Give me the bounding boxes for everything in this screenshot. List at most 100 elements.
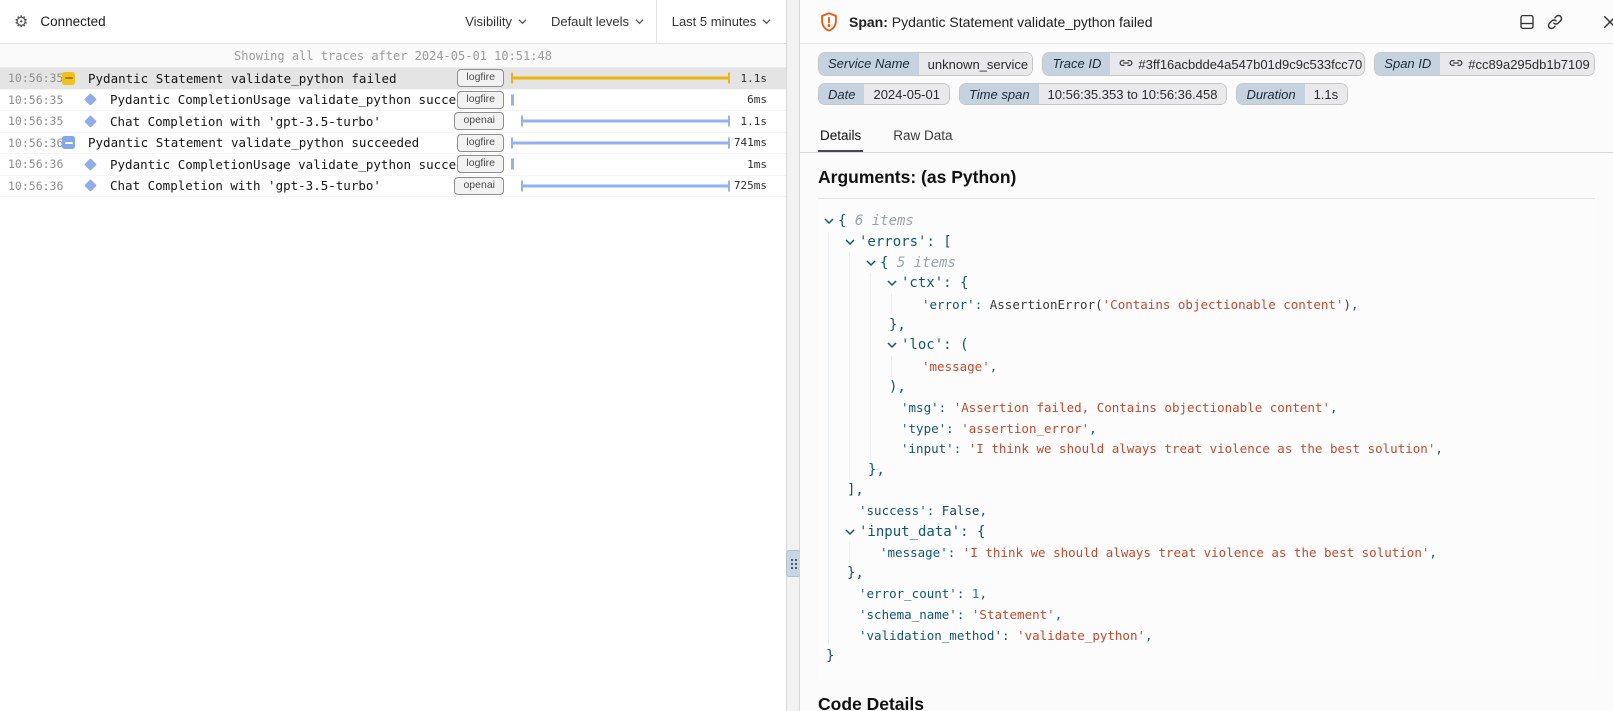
collapse-chevron-icon[interactable] bbox=[845, 238, 855, 246]
span-title-text: Pydantic Statement validate_python faile… bbox=[892, 14, 1153, 30]
json-punct: } bbox=[826, 648, 834, 664]
json-punct: : bbox=[957, 607, 972, 622]
json-plain: AssertionError( bbox=[990, 297, 1103, 312]
trace-row-icon-cell bbox=[62, 136, 82, 149]
indent-guide bbox=[870, 439, 871, 460]
json-tree-line: 'success': False, bbox=[818, 501, 1595, 522]
badge-value[interactable]: #cc89a295db1b7109 bbox=[1440, 53, 1595, 75]
json-punct: : ( bbox=[943, 337, 968, 353]
settings-gear-icon[interactable]: ⚙ bbox=[14, 12, 28, 32]
json-key: 'success' bbox=[859, 503, 927, 518]
scope-tag-badge: openai bbox=[454, 112, 504, 130]
collapse-chevron-icon[interactable] bbox=[845, 528, 855, 536]
json-plain: ) bbox=[1343, 297, 1351, 312]
json-str: 'Assertion failed, Contains objectionabl… bbox=[954, 400, 1330, 415]
panel-resize-gutter[interactable] bbox=[787, 0, 800, 711]
json-key: 'error' bbox=[922, 297, 975, 312]
collapse-toggle-icon[interactable] bbox=[62, 72, 75, 85]
json-tree-line: 'message', bbox=[818, 356, 1595, 377]
indent-guide bbox=[849, 273, 850, 294]
collapse-chevron-icon[interactable] bbox=[887, 341, 897, 349]
scope-tag-badge: logfire bbox=[457, 91, 504, 109]
detail-tabs: Details Raw Data bbox=[800, 124, 1613, 153]
collapse-chevron-icon[interactable] bbox=[866, 259, 876, 267]
json-punct: : [ bbox=[926, 234, 951, 250]
tab-raw-data[interactable]: Raw Data bbox=[891, 124, 954, 152]
json-tree-line: { 6 items bbox=[818, 211, 1595, 232]
collapse-chevron-icon[interactable] bbox=[887, 279, 897, 287]
trace-row[interactable]: 10:56:35Chat Completion with 'gpt-3.5-tu… bbox=[0, 111, 786, 133]
json-punct: : bbox=[948, 545, 963, 560]
indent-guide bbox=[849, 397, 850, 418]
indent-guide bbox=[828, 377, 829, 398]
json-key: 'input_data' bbox=[859, 524, 960, 540]
indent-guide bbox=[828, 583, 829, 604]
time-range-dropdown[interactable]: Last 5 minutes bbox=[656, 0, 786, 43]
indent-guide bbox=[828, 314, 829, 335]
visibility-dropdown[interactable]: Visibility bbox=[453, 0, 539, 43]
trace-row-time: 10:56:35 bbox=[0, 114, 58, 128]
span-detail-header: Span: Pydantic Statement validate_python… bbox=[800, 0, 1613, 44]
span-detail-panel: Span: Pydantic Statement validate_python… bbox=[800, 0, 1613, 711]
badge-label: Date bbox=[819, 84, 864, 104]
resize-handle[interactable] bbox=[786, 550, 801, 577]
trace-row-duration: 1.1s bbox=[730, 72, 786, 85]
duration-bar bbox=[511, 137, 730, 148]
badge-label: Span ID bbox=[1375, 53, 1440, 75]
span-diamond-icon bbox=[84, 179, 97, 192]
indent-guide bbox=[828, 232, 829, 253]
indent-guide bbox=[828, 273, 829, 294]
json-punct: : bbox=[946, 421, 961, 436]
trace-row[interactable]: 10:56:35Pydantic Statement validate_pyth… bbox=[0, 68, 786, 90]
trace-row[interactable]: 10:56:36Pydantic Statement validate_pyth… bbox=[0, 133, 786, 155]
json-punct: ], bbox=[847, 482, 864, 498]
json-str: 'validate_python' bbox=[1017, 628, 1145, 643]
json-bool: False bbox=[942, 503, 980, 518]
json-punct: : { bbox=[960, 524, 985, 540]
minus-glyph bbox=[65, 77, 73, 79]
reader-mode-icon[interactable] bbox=[1518, 13, 1536, 31]
indent-guide bbox=[849, 542, 850, 563]
json-key: 'schema_name' bbox=[859, 607, 957, 622]
indent-guide bbox=[849, 252, 850, 273]
trace-row-duration: 1.1s bbox=[730, 115, 786, 128]
link-icon bbox=[1119, 56, 1133, 73]
trace-row-icon-cell bbox=[84, 160, 104, 169]
indent-guide bbox=[849, 418, 850, 439]
span-diamond-icon bbox=[84, 158, 97, 171]
json-tree-line: ), bbox=[818, 377, 1595, 398]
json-str: 'Contains objectionable content' bbox=[1103, 297, 1344, 312]
trace-row[interactable]: 10:56:36Pydantic CompletionUsage validat… bbox=[0, 154, 786, 176]
json-punct: , bbox=[979, 586, 987, 601]
json-key: 'type' bbox=[901, 421, 946, 436]
json-tree-line: 'errors': [ bbox=[818, 232, 1595, 253]
indent-guide bbox=[828, 501, 829, 522]
collapse-chevron-icon[interactable] bbox=[824, 217, 834, 225]
span-badges: Service Nameunknown_serviceTrace ID#3ff1… bbox=[800, 44, 1613, 114]
badge-value: unknown_service bbox=[919, 53, 1034, 75]
trace-row[interactable]: 10:56:35Pydantic CompletionUsage validat… bbox=[0, 90, 786, 112]
json-key: 'ctx' bbox=[901, 275, 943, 291]
json-tree-line: 'schema_name': 'Statement', bbox=[818, 604, 1595, 625]
json-key: 'error_count' bbox=[859, 586, 957, 601]
trace-row-time: 10:56:36 bbox=[0, 179, 58, 193]
json-punct: , bbox=[1145, 628, 1153, 643]
trace-row[interactable]: 10:56:36Chat Completion with 'gpt-3.5-tu… bbox=[0, 176, 786, 198]
badge-value-text: 1.1s bbox=[1314, 87, 1339, 102]
copy-link-icon[interactable] bbox=[1546, 13, 1564, 31]
close-icon[interactable] bbox=[1601, 13, 1613, 31]
trace-panel-header: ⚙ Connected Visibility Default levels La… bbox=[0, 0, 786, 44]
indent-guide bbox=[870, 418, 871, 439]
collapse-toggle-icon[interactable] bbox=[62, 136, 75, 149]
indent-guide bbox=[828, 480, 829, 501]
indent-guide bbox=[870, 314, 871, 335]
badge-value[interactable]: #3ff16acbdde4a547b01d9c9c533fcc70 bbox=[1110, 53, 1365, 75]
trace-panel: ⚙ Connected Visibility Default levels La… bbox=[0, 0, 787, 711]
scope-tag-badge: logfire bbox=[457, 134, 504, 152]
span-diamond-icon bbox=[84, 115, 97, 128]
tab-details[interactable]: Details bbox=[818, 124, 863, 152]
json-meta: 5 items bbox=[897, 255, 956, 271]
badge-value: 10:56:35.353 to 10:56:36.458 bbox=[1039, 84, 1227, 104]
indent-guide bbox=[849, 314, 850, 335]
default-levels-dropdown[interactable]: Default levels bbox=[539, 0, 656, 43]
